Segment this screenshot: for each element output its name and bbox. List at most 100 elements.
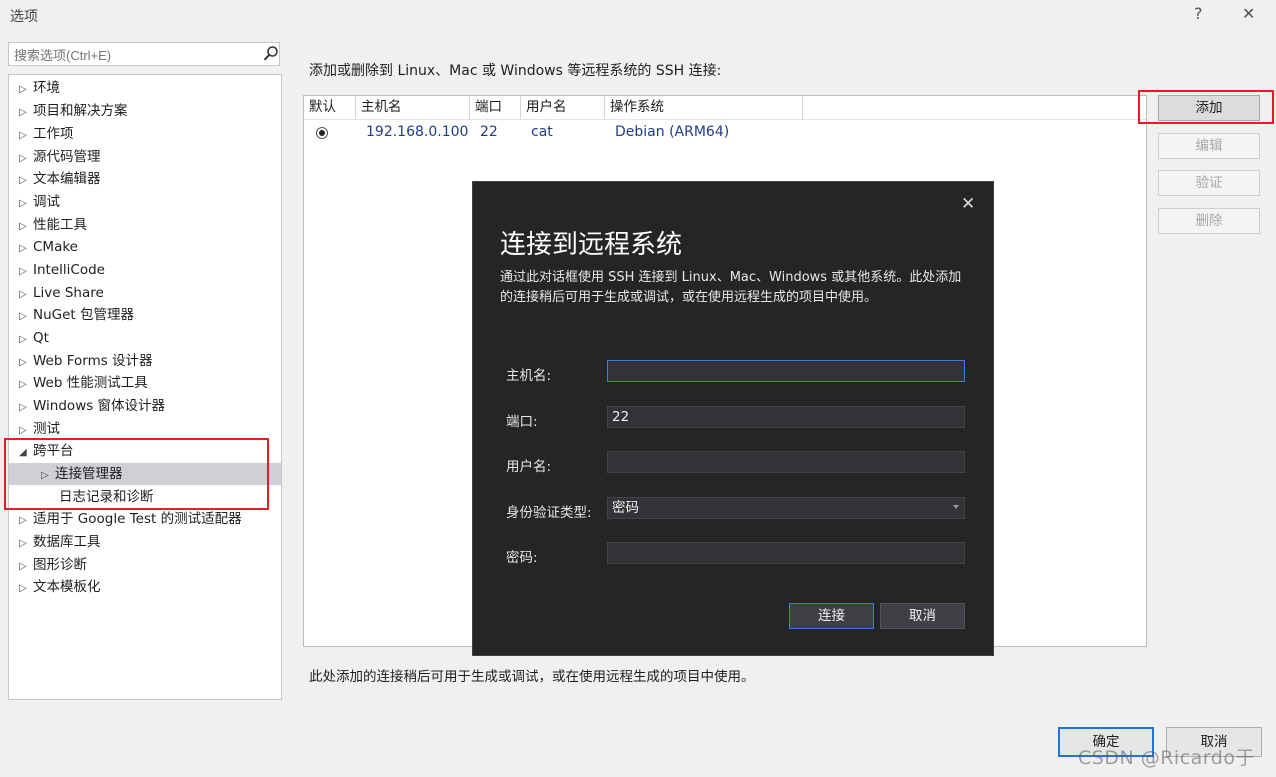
username-label: 用户名: [506, 459, 552, 475]
dialog-cancel-button[interactable]: 取消 [880, 603, 965, 629]
tree-item-work-items[interactable]: ▷ 工作项 [9, 123, 281, 145]
edit-button[interactable]: 编辑 [1158, 133, 1260, 159]
username-input[interactable] [607, 451, 965, 473]
auth-type-label: 身份验证类型: [506, 505, 592, 521]
tree-item-label: 文本模板化 [33, 579, 101, 595]
tree-item-label: 工作项 [33, 126, 74, 142]
tree-item-test[interactable]: ▷ 测试 [9, 418, 281, 440]
collapse-arrow-icon[interactable]: ◢ [19, 442, 33, 464]
tree-item-label: IntelliCode [33, 262, 105, 278]
port-input[interactable]: 22 [607, 406, 965, 428]
tree-item-label: 性能工具 [33, 217, 87, 233]
tree-item-web-forms-designer[interactable]: ▷ Web Forms 设计器 [9, 350, 281, 372]
tree-item-projects-solutions[interactable]: ▷ 项目和解决方案 [9, 100, 281, 122]
tree-item-label: 跨平台 [33, 443, 74, 459]
chevron-down-icon[interactable] [953, 505, 959, 509]
tree-item-web-perf-test[interactable]: ▷ Web 性能测试工具 [9, 372, 281, 394]
tree-item-graphics-diagnostics[interactable]: ▷ 图形诊断 [9, 554, 281, 576]
tree-item-label: 环境 [33, 80, 60, 96]
auth-type-select[interactable]: 密码 [607, 497, 965, 519]
expand-arrow-icon[interactable]: ▷ [19, 125, 33, 147]
tree-item-performance-tools[interactable]: ▷ 性能工具 [9, 214, 281, 236]
dialog-close-icon[interactable]: ✕ [961, 194, 975, 214]
tree-item-label: 适用于 Google Test 的测试适配器 [33, 511, 242, 527]
tree-item-label: Web Forms 设计器 [33, 353, 153, 369]
tree-item-label: 日志记录和诊断 [59, 489, 154, 505]
tree-item-winforms-designer[interactable]: ▷ Windows 窗体设计器 [9, 395, 281, 417]
expand-arrow-icon[interactable]: ▷ [19, 420, 33, 442]
port-label: 端口: [506, 414, 538, 430]
column-header-default[interactable]: 默认 [304, 96, 356, 119]
tree-item-label: 测试 [33, 421, 60, 437]
tree-item-connection-manager[interactable]: ▷ 连接管理器 [9, 463, 281, 485]
column-header-username[interactable]: 用户名 [521, 96, 605, 119]
options-tree: ▷ 环境 ▷ 项目和解决方案 ▷ 工作项 ▷ 源代码管理 ▷ 文本编辑器 ▷ 调试 ▷ 性能工… [8, 74, 282, 700]
tree-item-environment[interactable]: ▷ 环境 [9, 77, 281, 99]
connect-button[interactable]: 连接 [789, 603, 874, 629]
expand-arrow-icon[interactable]: ▷ [19, 102, 33, 124]
tree-item-cross-platform[interactable]: ◢ 跨平台 [9, 440, 281, 462]
tree-item-label: 连接管理器 [55, 466, 123, 482]
search-options-input[interactable] [8, 42, 280, 66]
tree-item-label: CMake [33, 239, 78, 255]
host-label: 主机名: [506, 368, 552, 384]
column-header-hostname[interactable]: 主机名 [356, 96, 470, 119]
tree-item-debugging[interactable]: ▷ 调试 [9, 191, 281, 213]
cell-hostname[interactable]: 192.168.0.100 [366, 124, 468, 140]
expand-arrow-icon[interactable]: ▷ [19, 306, 33, 328]
tree-item-intellicode[interactable]: ▷ IntelliCode [9, 259, 281, 281]
tree-item-logging-diagnostics[interactable]: 日志记录和诊断 [9, 486, 281, 508]
expand-arrow-icon[interactable]: ▷ [19, 329, 33, 351]
cell-port[interactable]: 22 [480, 124, 498, 140]
tree-item-database-tools[interactable]: ▷ 数据库工具 [9, 531, 281, 553]
window-title: 选项 [10, 9, 38, 25]
expand-arrow-icon[interactable]: ▷ [19, 284, 33, 306]
password-input[interactable] [607, 542, 965, 564]
tree-item-cmake[interactable]: ▷ CMake [9, 236, 281, 258]
add-button[interactable]: 添加 [1158, 95, 1260, 121]
footer-note: 此处添加的连接稍后可用于生成或调试，或在使用远程生成的项目中使用。 [309, 669, 755, 685]
expand-arrow-icon[interactable]: ▷ [19, 79, 33, 101]
verify-button[interactable]: 验证 [1158, 170, 1260, 196]
password-label: 密码: [506, 550, 538, 566]
expand-arrow-icon[interactable]: ▷ [19, 148, 33, 170]
expand-arrow-icon[interactable]: ▷ [19, 510, 33, 532]
expand-arrow-icon[interactable]: ▷ [19, 397, 33, 419]
help-button[interactable]: ? [1194, 4, 1203, 23]
expand-arrow-icon[interactable]: ▷ [19, 193, 33, 215]
tree-item-text-templating[interactable]: ▷ 文本模板化 [9, 576, 281, 598]
tree-item-label: NuGet 包管理器 [33, 307, 135, 323]
tree-item-source-control[interactable]: ▷ 源代码管理 [9, 146, 281, 168]
tree-item-label: Qt [33, 330, 49, 346]
default-radio[interactable] [316, 127, 328, 139]
delete-button[interactable]: 删除 [1158, 208, 1260, 234]
tree-item-google-test-adapter[interactable]: ▷ 适用于 Google Test 的测试适配器 [9, 508, 281, 530]
connections-description: 添加或删除到 Linux、Mac 或 Windows 等远程系统的 SSH 连接… [309, 63, 722, 79]
tree-item-nuget[interactable]: ▷ NuGet 包管理器 [9, 304, 281, 326]
tree-item-label: 项目和解决方案 [33, 103, 128, 119]
header-divider [304, 119, 1146, 120]
expand-arrow-icon[interactable]: ▷ [19, 170, 33, 192]
cell-os[interactable]: Debian (ARM64) [615, 124, 729, 140]
cell-username[interactable]: cat [531, 124, 553, 140]
expand-arrow-icon[interactable]: ▷ [41, 465, 55, 487]
expand-arrow-icon[interactable]: ▷ [19, 578, 33, 600]
tree-item-label: Windows 窗体设计器 [33, 398, 166, 414]
tree-item-live-share[interactable]: ▷ Live Share [9, 282, 281, 304]
tree-item-text-editor[interactable]: ▷ 文本编辑器 [9, 168, 281, 190]
expand-arrow-icon[interactable]: ▷ [19, 556, 33, 578]
column-header-os[interactable]: 操作系统 [605, 96, 803, 119]
search-icon[interactable] [262, 45, 280, 63]
watermark: CSDN @Ricardo于 [1078, 747, 1255, 769]
expand-arrow-icon[interactable]: ▷ [19, 216, 33, 238]
tree-item-qt[interactable]: ▷ Qt [9, 327, 281, 349]
expand-arrow-icon[interactable]: ▷ [19, 261, 33, 283]
expand-arrow-icon[interactable]: ▷ [19, 238, 33, 260]
tree-item-label: 文本编辑器 [33, 171, 101, 187]
expand-arrow-icon[interactable]: ▷ [19, 352, 33, 374]
host-input[interactable] [607, 360, 965, 382]
expand-arrow-icon[interactable]: ▷ [19, 374, 33, 396]
expand-arrow-icon[interactable]: ▷ [19, 533, 33, 555]
column-header-port[interactable]: 端口 [470, 96, 521, 119]
close-button[interactable]: ✕ [1242, 4, 1255, 23]
